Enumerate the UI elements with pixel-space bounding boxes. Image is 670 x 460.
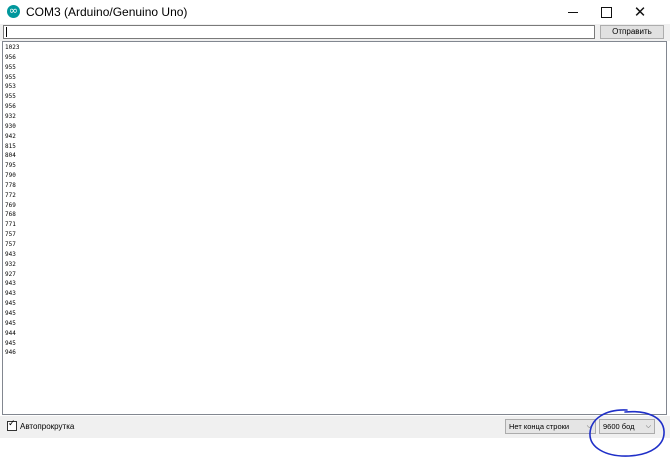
serial-output-line: 943 (5, 280, 16, 288)
serial-output-line: 946 (5, 349, 16, 357)
send-button[interactable]: Отправить (600, 25, 664, 39)
serial-output-line: 945 (5, 319, 16, 327)
serial-output-line: 953 (5, 83, 16, 91)
serial-output-line: 955 (5, 63, 16, 71)
window-title: COM3 (Arduino/Genuino Uno) (26, 5, 188, 19)
baud-rate-value: 9600 бод (603, 422, 635, 431)
arduino-logo-icon (7, 3, 20, 19)
serial-output-line: 956 (5, 103, 16, 111)
serial-output-line: 945 (5, 339, 16, 347)
serial-output-line: 955 (5, 73, 16, 81)
serial-output-line: 757 (5, 241, 16, 248)
serial-output-line: 769 (5, 201, 16, 209)
serial-output-line: 778 (5, 181, 16, 189)
serial-output-line: 943 (5, 250, 16, 258)
serial-monitor-window: COM3 (Arduino/Genuino Uno) Отправить 102… (0, 0, 670, 460)
title-bar: COM3 (Arduino/Genuino Uno) (0, 0, 670, 24)
serial-output-line: 927 (5, 270, 16, 278)
serial-output-line: 930 (5, 122, 16, 130)
autoscroll-checkbox[interactable] (7, 419, 17, 431)
line-ending-value: Нет конца строки (509, 422, 570, 431)
serial-output-line: 932 (5, 260, 16, 268)
autoscroll-label[interactable]: Автопрокрутка (20, 422, 74, 431)
serial-output-line: 945 (5, 300, 16, 308)
serial-output-line: 795 (5, 162, 16, 170)
serial-output-line: 768 (5, 211, 16, 219)
serial-output-area[interactable]: 1023 956 955 955 953 955 956 932 930 942 815 804 795… (2, 41, 667, 415)
text-caret (6, 27, 7, 37)
serial-output-line: 944 (5, 329, 16, 337)
chevron-down-icon: ⌵ (645, 422, 651, 430)
serial-output-line: 804 (5, 152, 16, 160)
serial-output-line: 790 (5, 172, 16, 180)
close-icon[interactable] (624, 0, 656, 24)
minimize-icon[interactable] (557, 0, 589, 24)
maximize-icon[interactable] (590, 0, 622, 24)
send-input[interactable] (3, 25, 595, 39)
line-ending-select[interactable]: Нет конца строки ⌵ (505, 419, 596, 434)
serial-output-line: 955 (5, 93, 16, 101)
serial-output-line: 815 (5, 142, 16, 150)
serial-output-line: 757 (5, 231, 16, 239)
serial-output-line: 945 (5, 309, 16, 317)
serial-output-line: 943 (5, 290, 16, 298)
serial-output-line: 932 (5, 112, 16, 120)
baud-rate-select[interactable]: 9600 бод ⌵ (599, 419, 655, 434)
serial-output-line: 1023 (5, 44, 20, 51)
chevron-down-icon: ⌵ (586, 422, 592, 430)
serial-output-line: 771 (5, 221, 16, 229)
serial-output-line: 942 (5, 132, 16, 140)
serial-output-line: 956 (5, 53, 16, 61)
serial-output-line: 772 (5, 191, 16, 199)
